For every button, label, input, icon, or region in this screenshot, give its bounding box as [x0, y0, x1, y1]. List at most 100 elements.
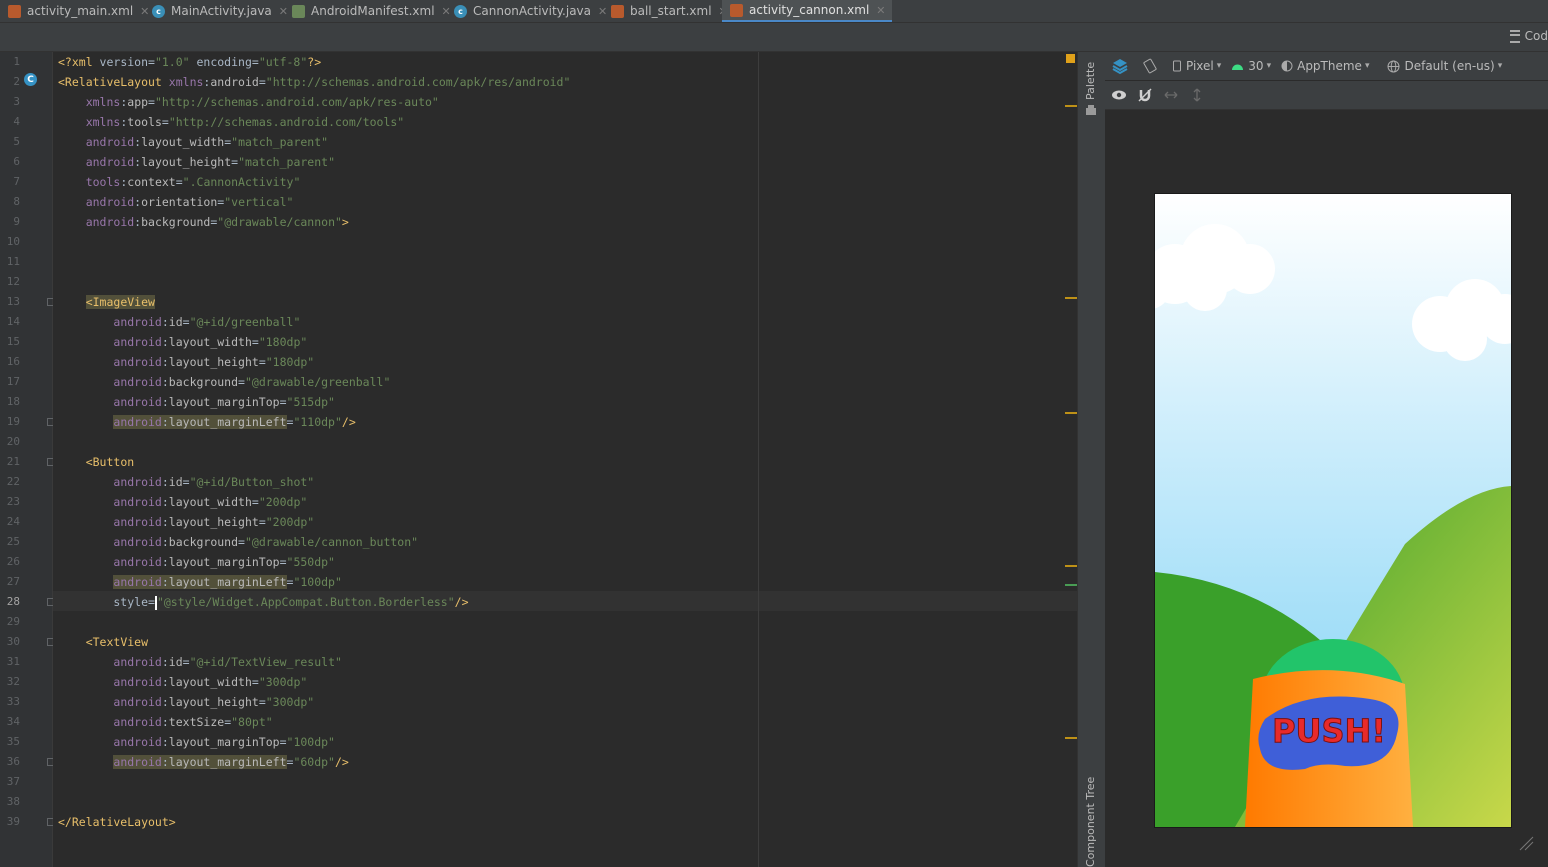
close-tab-icon[interactable]: ✕: [598, 5, 607, 18]
line-number: 36: [6, 755, 20, 768]
line-number: 1: [13, 55, 20, 68]
code-line[interactable]: <Button: [58, 452, 134, 472]
code-line[interactable]: tools:context=".CannonActivity": [58, 172, 301, 192]
locale-label: Default (en-us): [1404, 59, 1495, 73]
magnet-off-icon[interactable]: [1137, 87, 1153, 103]
code-line[interactable]: android:layout_height="200dp": [58, 512, 314, 532]
chevron-down-icon: ▾: [1364, 61, 1370, 71]
code-line[interactable]: xmlns:app="http://schemas.android.com/ap…: [58, 92, 439, 112]
warning-stripe-mark[interactable]: [1065, 737, 1077, 739]
line-number: 7: [13, 175, 20, 188]
close-tab-icon[interactable]: ✕: [876, 4, 885, 17]
code-line[interactable]: android:background="@drawable/cannon_but…: [58, 532, 418, 552]
code-line[interactable]: android:textSize="80pt": [58, 712, 272, 732]
code-line[interactable]: android:layout_marginLeft="110dp"/>: [58, 412, 356, 432]
line-number: 6: [13, 155, 20, 168]
code-line[interactable]: <?xml version="1.0" encoding="utf-8"?>: [58, 52, 321, 72]
palette-icon[interactable]: [1085, 104, 1097, 116]
line-number: 5: [13, 135, 20, 148]
line-number: 24: [6, 515, 20, 528]
theme-dropdown[interactable]: AppTheme ▾: [1281, 59, 1369, 73]
line-number: 21: [6, 455, 20, 468]
design-side-strip: Palette Component Tree: [1077, 52, 1106, 867]
editor-tab[interactable]: ball_start.xml✕: [611, 0, 728, 22]
xml-file-icon: [611, 4, 624, 18]
code-line[interactable]: android:layout_width="200dp": [58, 492, 307, 512]
expand-vertical-icon[interactable]: [1189, 87, 1205, 103]
code-line[interactable]: </RelativeLayout>: [58, 812, 176, 832]
code-line[interactable]: android:layout_width="match_parent": [58, 132, 328, 152]
code-line[interactable]: android:background="@drawable/cannon">: [58, 212, 349, 232]
locale-dropdown[interactable]: Default (en-us) ▾: [1387, 59, 1502, 73]
code-line[interactable]: <RelativeLayout xmlns:android="http://sc…: [58, 72, 570, 92]
code-line[interactable]: <ImageView: [58, 292, 155, 312]
code-line[interactable]: android:id="@+id/greenball": [58, 312, 300, 332]
close-tab-icon[interactable]: ✕: [279, 5, 288, 18]
code-editor[interactable]: <?xml version="1.0" encoding="utf-8"?> <R…: [53, 52, 1077, 867]
code-line[interactable]: style= "@style/Widget.AppCompat.Button.Bo…: [58, 592, 469, 612]
palette-tab[interactable]: Palette: [1084, 62, 1097, 100]
code-line[interactable]: android:id="@+id/Button_shot": [58, 472, 314, 492]
editor-tab[interactable]: AndroidManifest.xml ✕: [292, 0, 451, 22]
design-surface-icon[interactable]: [1111, 57, 1129, 75]
code-line[interactable]: android:layout_marginTop="550dp": [58, 552, 335, 572]
code-line[interactable]: xmlns:tools="http://schemas.android.com/…: [58, 112, 405, 132]
xml-file-icon: [8, 4, 21, 18]
code-line[interactable]: android:id="@+id/TextView_result": [58, 652, 342, 672]
code-line[interactable]: android:orientation="vertical": [58, 192, 294, 212]
component-tree-tab[interactable]: Component Tree: [1084, 777, 1097, 867]
warning-stripe-mark[interactable]: [1065, 105, 1077, 107]
line-number: 11: [6, 255, 20, 268]
java-class-icon: c: [152, 4, 165, 18]
code-view-icon: [1509, 29, 1520, 43]
layout-preview-device[interactable]: PUSH!: [1154, 193, 1512, 828]
api-level-dropdown[interactable]: 30 ▾: [1231, 59, 1271, 73]
code-view-button[interactable]: Cod: [1509, 29, 1548, 43]
code-line[interactable]: android:layout_marginTop="515dp": [58, 392, 335, 412]
eye-icon[interactable]: [1111, 87, 1127, 103]
design-preview-pane: Pixel ▾ 30 ▾ AppTheme ▾ Default (en-us) ▾: [1105, 52, 1548, 867]
editor-tab[interactable]: c CannonActivity.java ✕: [454, 0, 607, 22]
code-line[interactable]: <TextView: [58, 632, 148, 652]
close-tab-icon[interactable]: ✕: [140, 5, 149, 18]
error-stripe[interactable]: [1063, 52, 1077, 867]
line-number: 27: [6, 575, 20, 588]
warning-indicator-icon[interactable]: [1066, 54, 1075, 63]
orientation-icon[interactable]: [1142, 58, 1158, 74]
line-number: 39: [6, 815, 20, 828]
editor-tab-label: CannonActivity.java: [473, 4, 592, 18]
expand-horizontal-icon[interactable]: [1163, 87, 1179, 103]
line-number: 26: [6, 555, 20, 568]
line-number: 9: [13, 215, 20, 228]
resize-handle-icon[interactable]: [1518, 835, 1534, 851]
line-number: 25: [6, 535, 20, 548]
code-line[interactable]: android:layout_width="300dp": [58, 672, 307, 692]
chevron-down-icon: ▾: [1497, 61, 1503, 71]
code-line[interactable]: android:layout_marginLeft="100dp": [58, 572, 342, 592]
code-line[interactable]: android:background="@drawable/greenball": [58, 372, 390, 392]
line-number: 22: [6, 475, 20, 488]
line-number: 37: [6, 775, 20, 788]
line-number: 23: [6, 495, 20, 508]
code-line[interactable]: android:layout_height="match_parent": [58, 152, 335, 172]
device-dropdown[interactable]: Pixel ▾: [1172, 59, 1221, 73]
close-tab-icon[interactable]: ✕: [442, 5, 451, 18]
code-line[interactable]: android:layout_marginTop="100dp": [58, 732, 335, 752]
globe-icon: [1387, 60, 1400, 72]
push-button-text[interactable]: PUSH!: [1272, 712, 1387, 751]
warning-stripe-mark[interactable]: [1065, 412, 1077, 414]
warning-stripe-mark[interactable]: [1065, 565, 1077, 567]
editor-tab[interactable]: activity_cannon.xml ✕: [722, 0, 892, 22]
code-line[interactable]: android:layout_height="180dp": [58, 352, 314, 372]
warning-stripe-mark[interactable]: [1065, 297, 1077, 299]
editor-tab[interactable]: c MainActivity.java ✕: [152, 0, 288, 22]
editor-tab[interactable]: activity_main.xml ✕: [8, 0, 149, 22]
design-toolbar: Pixel ▾ 30 ▾ AppTheme ▾ Default (en-us) ▾: [1105, 52, 1548, 80]
code-line[interactable]: android:layout_height="300dp": [58, 692, 314, 712]
code-line[interactable]: android:layout_marginLeft="60dp"/>: [58, 752, 349, 772]
class-marker-icon[interactable]: C: [24, 73, 37, 86]
change-stripe-mark[interactable]: [1065, 584, 1077, 586]
line-number: 10: [6, 235, 20, 248]
code-line[interactable]: android:layout_width="180dp": [58, 332, 307, 352]
class-marker-letter: C: [27, 74, 34, 85]
